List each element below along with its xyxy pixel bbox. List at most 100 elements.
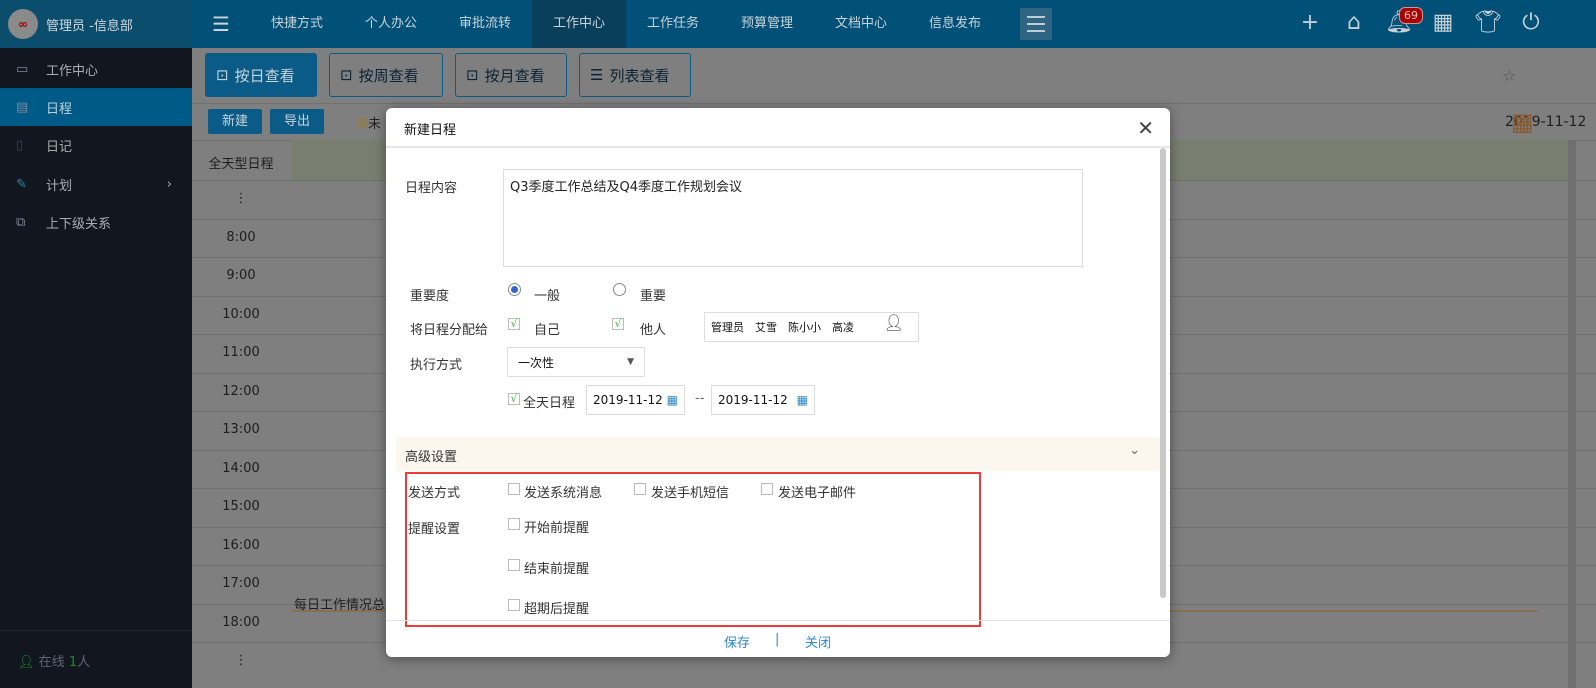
time-label: 9:00	[226, 268, 256, 283]
calendar-picker-icon[interactable]: ▦	[1511, 108, 1534, 136]
dialog-scrollbar[interactable]	[1160, 148, 1166, 598]
send-sms-checkbox[interactable]	[634, 483, 646, 495]
view-list-button[interactable]: ☰ 列表查看	[579, 53, 691, 97]
view-week-button[interactable]: ⊡ 按周查看	[329, 53, 443, 97]
date-separator: --	[695, 391, 705, 406]
legend: 未	[358, 113, 381, 132]
divider	[192, 103, 1596, 104]
sidebar-item-workcenter[interactable]: ▭ 工作中心	[0, 50, 192, 88]
time-label: 17:00	[222, 576, 260, 591]
dropdown-arrow-icon: ▼	[627, 357, 634, 367]
brand: ∞ 管理员 -信息部	[0, 0, 192, 48]
remind-overdue-checkbox[interactable]	[508, 599, 520, 611]
time-label: 16:00	[222, 537, 260, 553]
assignee-chip: 陈小小	[788, 321, 821, 334]
list-view-icon: ☰	[590, 66, 604, 84]
remind-overdue-label: 超期后提醒	[524, 602, 590, 617]
scrollbar[interactable]	[1568, 140, 1576, 688]
add-user-icon[interactable]: 👤︎	[884, 313, 904, 332]
plus-icon[interactable]: +	[1295, 10, 1325, 35]
content-textarea[interactable]: Q3季度工作总结及Q4季度工作规划会议	[503, 169, 1083, 267]
assign-self-label: 自己	[534, 323, 561, 338]
chevron-down-icon: ⌄	[1129, 443, 1140, 458]
online-status: 👤︎ 在线 1人	[18, 655, 91, 670]
week-view-icon: ⊡	[340, 66, 353, 84]
logo: ∞	[8, 9, 38, 39]
remind-before-start-checkbox[interactable]	[508, 518, 520, 530]
assignee-chip: 艾雪	[755, 321, 777, 334]
new-button[interactable]: 新建	[208, 109, 262, 134]
hierarchy-icon: ⧉	[16, 214, 26, 230]
exec-select[interactable]: 一次性 ▼	[507, 347, 645, 377]
importance-normal-radio[interactable]	[508, 283, 521, 296]
chevron-right-icon: ›	[166, 176, 172, 192]
advanced-settings-toggle[interactable]: 高级设置 ⌄	[396, 437, 1160, 471]
new-schedule-dialog: 新建日程 ✕ 日程内容 Q3季度工作总结及Q4季度工作规划会议 重要度 一般 重…	[386, 108, 1170, 657]
assign-others-label: 他人	[640, 323, 667, 338]
dialog-title: 新建日程	[404, 123, 457, 138]
time-label: 11:00	[222, 345, 260, 360]
notification-badge: 69	[1399, 7, 1423, 24]
apps-icon[interactable]: ▦	[1428, 10, 1458, 35]
day-view-icon: ⊡	[216, 66, 229, 84]
skin-icon[interactable]: 👕︎	[1473, 10, 1503, 35]
nav-news[interactable]: 信息发布	[908, 0, 1002, 48]
home-icon[interactable]: ⌂	[1339, 10, 1369, 35]
send-email-checkbox[interactable]	[761, 483, 773, 495]
sidebar-item-schedule[interactable]: ▤ 日程	[0, 88, 192, 126]
end-date-input[interactable]: 2019-11-12 ▦	[711, 385, 815, 415]
view-day-button[interactable]: ⊡ 按日查看	[205, 53, 317, 97]
calendar-icon: ▦	[796, 393, 808, 407]
nav-budget[interactable]: 预算管理	[720, 0, 814, 48]
time-label: 12:00	[222, 383, 260, 399]
user-icon: 👤︎	[18, 655, 35, 670]
allday-checkbox[interactable]: √	[508, 393, 520, 405]
time-label: ⋮	[234, 191, 248, 206]
start-date-input[interactable]: 2019-11-12 ▦	[586, 385, 685, 415]
assign-self-checkbox[interactable]: √	[508, 318, 520, 330]
divider	[0, 630, 192, 631]
send-system-checkbox[interactable]	[508, 483, 520, 495]
remind-before-end-checkbox[interactable]	[508, 559, 520, 571]
save-button[interactable]: 保存	[724, 632, 750, 651]
user-label: 管理员 -信息部	[46, 18, 133, 34]
importance-high-label: 重要	[640, 289, 667, 304]
time-label: 14:00	[222, 460, 260, 476]
nav-shortcuts[interactable]: 快捷方式	[250, 0, 344, 48]
sidebar-item-diary[interactable]: ▯ 日记	[0, 126, 192, 164]
remind-before-end-label: 结束前提醒	[524, 562, 590, 577]
star-icon[interactable]: ☆	[1502, 66, 1516, 85]
sidebar-item-hierarchy[interactable]: ⧉ 上下级关系	[0, 203, 192, 241]
remind-before-start-label: 开始前提醒	[524, 521, 590, 536]
time-label: 15:00	[222, 499, 260, 514]
send-email-label: 发送电子邮件	[778, 486, 857, 501]
view-month-button[interactable]: ⊡ 按月查看	[455, 53, 567, 97]
dialog-header: 新建日程	[386, 108, 1170, 148]
briefcase-icon: ▭	[16, 61, 29, 77]
nav-personal[interactable]: 个人办公	[344, 0, 438, 48]
importance-high-radio[interactable]	[613, 283, 626, 296]
menu-toggle-icon[interactable]: ☰	[192, 0, 250, 48]
main-nav: ☰ 快捷方式 个人办公 审批流转 工作中心 工作任务 预算管理 文档中心 信息发…	[192, 0, 1053, 48]
assign-others-checkbox[interactable]: √	[612, 318, 624, 330]
time-label: 13:00	[222, 422, 260, 437]
time-label: ⋮	[234, 653, 248, 668]
nav-approval[interactable]: 审批流转	[438, 0, 532, 48]
time-label: 10:00	[222, 306, 260, 322]
assignee-field[interactable]: 管理员 艾雪 陈小小 高凌 👤︎	[704, 312, 919, 342]
remind-label: 提醒设置	[408, 522, 461, 537]
allday-label: 全天日程	[523, 396, 576, 411]
assignee-chip: 高凌	[832, 321, 854, 334]
close-icon[interactable]: ✕	[1137, 116, 1154, 140]
nav-tasks[interactable]: 工作任务	[626, 0, 720, 48]
edit-icon: ✎	[16, 176, 27, 192]
sidebar: ▭ 工作中心 ▤ 日程 ▯ 日记 ✎ 计划 › ⧉ 上下级关系	[0, 48, 192, 688]
nav-documents[interactable]: 文档中心	[814, 0, 908, 48]
nav-workcenter[interactable]: 工作中心	[531, 0, 626, 48]
power-icon[interactable]: ⏻	[1516, 10, 1546, 35]
close-button[interactable]: 关闭	[805, 632, 831, 651]
more-menu-icon[interactable]	[1020, 8, 1053, 40]
allday-label: 全天型日程	[208, 157, 274, 172]
sidebar-item-plan[interactable]: ✎ 计划 ›	[0, 165, 192, 203]
export-button[interactable]: 导出	[270, 109, 324, 134]
